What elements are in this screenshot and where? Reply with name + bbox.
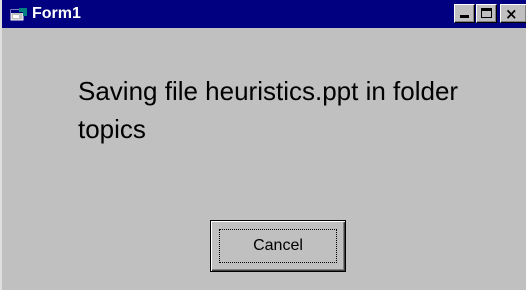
status-message: Saving file heuristics.ppt in folder top… (78, 76, 459, 144)
close-icon: × (505, 5, 518, 23)
minimize-button[interactable] (454, 4, 475, 23)
cancel-button-label: Cancel (253, 237, 303, 254)
minimize-icon (460, 15, 469, 18)
window-title: Form1 (32, 5, 81, 22)
maximize-button[interactable] (476, 4, 497, 23)
cancel-button[interactable]: Cancel (210, 220, 346, 272)
maximize-icon (481, 8, 492, 18)
form1-window: Form1 × Saving file heuristics.ppt in fo… (0, 0, 526, 290)
form-window-icon (10, 8, 27, 21)
close-button[interactable]: × (500, 4, 526, 23)
title-bar[interactable]: Form1 × (2, 0, 526, 28)
